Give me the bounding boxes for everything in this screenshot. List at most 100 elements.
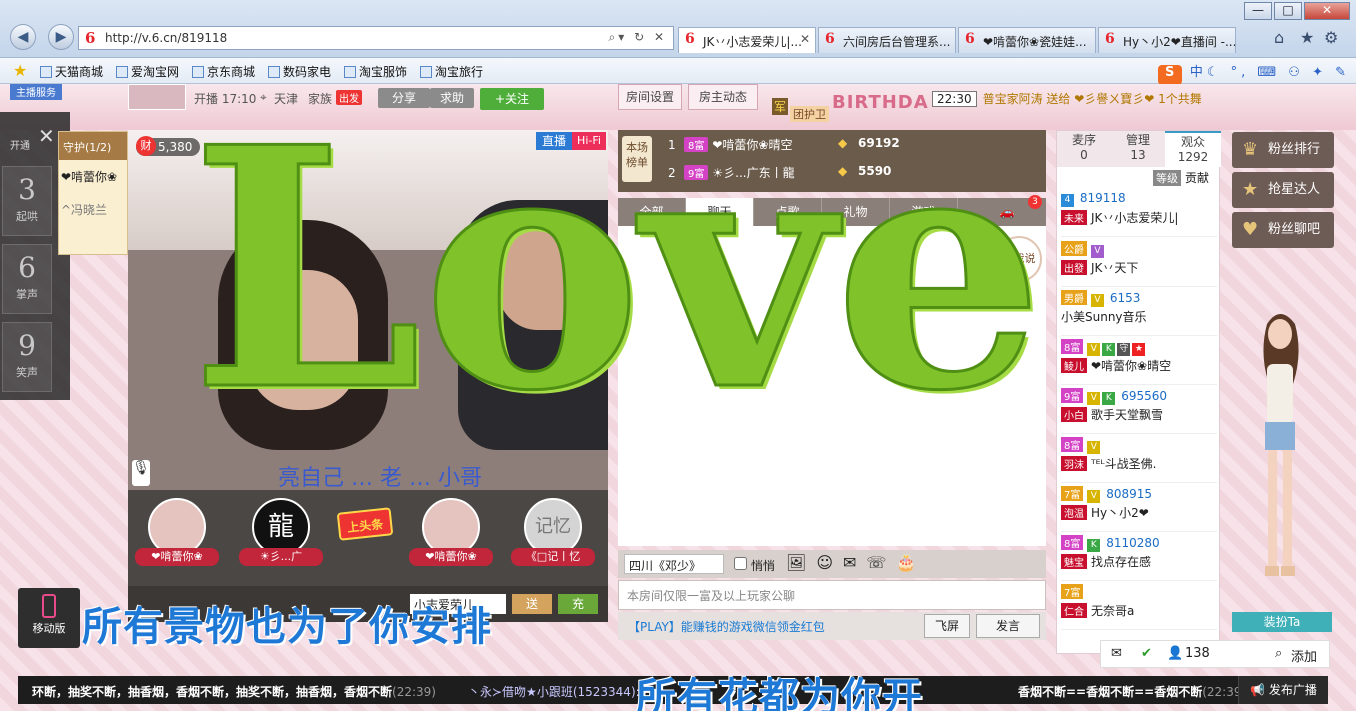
tab-audience[interactable]: 观众 1292	[1165, 131, 1221, 167]
guard-row[interactable]: ^冯晓兰	[59, 193, 127, 226]
chat-messages[interactable]: 对我说	[618, 226, 1046, 546]
tab-songs[interactable]: 点歌	[754, 198, 822, 226]
address-bar[interactable]: 6 http://v.6.cn/819118 ⌕▾ ↻ ✕	[78, 26, 674, 50]
mobile-version-button[interactable]: 移动版	[18, 588, 80, 648]
list-item[interactable]: 7富 仁合 无奈哥a	[1061, 582, 1217, 630]
contrib-header[interactable]: 贡献	[1185, 171, 1209, 185]
ad-link[interactable]: 【PLAY】能赚钱的游戏微信领金红包	[628, 618, 825, 635]
page-icon	[420, 66, 432, 78]
tab-3[interactable]: 6 ❤啃蕾你❀瓷娃娃...	[958, 27, 1096, 53]
page-icon	[116, 66, 128, 78]
dress-up-button[interactable]: 装扮Ta	[1232, 612, 1332, 632]
fan-chat-button[interactable]: ♥ 粉丝聊吧	[1232, 212, 1334, 248]
fav-item-3[interactable]: 数码家电	[268, 63, 331, 80]
tab-gifts[interactable]: 礼物	[822, 198, 890, 226]
maximize-button[interactable]: □	[1274, 2, 1302, 20]
level-header[interactable]: 等级	[1152, 170, 1181, 186]
rank-row[interactable]: 1 8富 ❤啃蕾你❀晴空 ◆ 69192	[668, 136, 1038, 158]
reaction-cheer[interactable]: 3 起哄	[2, 166, 52, 236]
user-badge: 魅宝	[1061, 554, 1087, 569]
rank-row[interactable]: 2 9富 ☀彡...广东丨龍 ◆ 5590	[668, 164, 1038, 186]
chat-input[interactable]: 本房间仅限一富及以上玩家公聊	[618, 580, 1046, 610]
hifi-badge[interactable]: Hi-Fi	[572, 132, 606, 150]
family-badge[interactable]: 出发	[336, 90, 362, 105]
ime-toolbar[interactable]: S 中☾ °, ⌨ ⚇ ✦ ✎	[1157, 61, 1350, 85]
send-message-button[interactable]: 发言	[976, 614, 1040, 638]
avatar-girl-figure[interactable]	[1245, 304, 1315, 604]
favorites-icon[interactable]: ★	[13, 61, 27, 80]
room-settings-button[interactable]: 房间设置	[618, 84, 682, 110]
fan-ranking-button[interactable]: ♛ 粉丝排行	[1232, 132, 1334, 168]
search-icon[interactable]: ⌕	[1275, 646, 1282, 661]
url-text[interactable]: http://v.6.cn/819118	[105, 31, 227, 45]
help-button[interactable]: 求助	[430, 88, 474, 108]
list-item[interactable]: 8富 K 8110280 魅宝 找点存在感	[1061, 533, 1217, 581]
whisper-check[interactable]	[734, 557, 747, 570]
tab-4[interactable]: 6 Hy丶小2❤直播间 -...	[1098, 27, 1236, 53]
add-button[interactable]: 添加	[1291, 646, 1317, 665]
guard-row[interactable]: ❤啃蕾你❀	[59, 160, 127, 193]
ticker-sender: 丶永≻借吻★小跟班(1523344):	[468, 685, 640, 699]
tab-games[interactable]: 游戏	[890, 198, 958, 226]
list-item[interactable]: 8富 V K 守 ★ 鲮儿 ❤啃蕾你❀晴空	[1061, 337, 1217, 385]
back-button[interactable]: ◀	[10, 24, 36, 50]
open-label[interactable]: 开通	[10, 137, 50, 155]
list-item[interactable]: 4 819118 未来 JK丷小志爱荣儿|	[1061, 189, 1217, 237]
sogou-ime-icon[interactable]: S	[1157, 65, 1182, 85]
list-item[interactable]: 9富 V K 695560 小白 歌手天堂飘雪	[1061, 386, 1217, 434]
tab-2[interactable]: 6 六间房后台管理系...	[818, 27, 956, 53]
host-card[interactable]: ❤啃蕾你❀	[132, 498, 222, 566]
close-tab-icon[interactable]: ✕	[800, 32, 810, 46]
whisper-checkbox[interactable]: 悄悄	[734, 557, 775, 574]
send-gift-button[interactable]: 送	[512, 594, 552, 614]
tab-mic-queue[interactable]: 麦序 0	[1057, 131, 1111, 167]
fav-item-5[interactable]: 淘宝旅行	[420, 63, 483, 80]
host-card[interactable]: 记忆 《□记丨忆	[508, 498, 598, 566]
fav-item-0[interactable]: 天猫商城	[40, 63, 103, 80]
chat-recipient-select[interactable]: 四川《邓少》	[624, 554, 724, 574]
host-news-button[interactable]: 房主动态	[688, 84, 758, 110]
recharge-button[interactable]: 充	[558, 594, 598, 614]
tab-car[interactable]: 🚗 3	[968, 195, 1046, 226]
follow-button[interactable]: +关注	[480, 88, 544, 110]
host-avatar[interactable]	[128, 84, 186, 110]
mail-icon[interactable]: ✉	[1111, 646, 1122, 661]
chat-tool-icons[interactable]: 🖼☺✉☏🎂	[786, 553, 926, 572]
check-icon[interactable]: ✔	[1141, 646, 1152, 661]
host-card[interactable]: 龍 ☀彡...广	[236, 498, 326, 566]
reaction-applause[interactable]: 6 掌声	[2, 244, 52, 314]
headline-button[interactable]: 上头条	[336, 507, 394, 541]
talk-to-me-button[interactable]: 对我说	[996, 236, 1042, 282]
user-name: 无奈哥a	[1091, 604, 1135, 618]
forward-button[interactable]: ▶	[48, 24, 74, 50]
star-grab-button[interactable]: ★ 抢星达人	[1232, 172, 1334, 208]
home-icon[interactable]: ⌂	[1274, 28, 1284, 47]
rank-number: 2	[668, 166, 676, 180]
list-item[interactable]: 7富 V 808915 泡温 Hy丶小2❤	[1061, 484, 1217, 532]
tab-1[interactable]: 6 JK丷小志爱荣儿|... ✕	[678, 27, 816, 53]
broadcast-button[interactable]: 📢 发布广播	[1238, 676, 1328, 704]
ime-mode[interactable]: 中	[1190, 65, 1207, 80]
settings-gear-icon[interactable]: ⚙	[1324, 28, 1338, 47]
address-tools-icon[interactable]: ⌕▾ ↻ ✕	[609, 30, 667, 45]
tab-chat[interactable]: 聊天	[686, 198, 754, 226]
list-item[interactable]: 公爵 V 出發 JK丷天下	[1061, 239, 1217, 287]
share-button[interactable]: 分享	[378, 88, 430, 108]
list-item[interactable]: 8富 V 羽沫 ᵀᴱᴸ斗战圣佛.	[1061, 435, 1217, 483]
guard-group-label[interactable]: 团护卫	[790, 106, 829, 122]
fav-item-4[interactable]: 淘宝服饰	[344, 63, 407, 80]
live-video[interactable]: 财 5,380 直播 Hi-Fi 亮自己 … 老 … 小哥 🎙	[128, 130, 608, 490]
close-window-button[interactable]: ✕	[1304, 2, 1350, 20]
microphone-icon[interactable]: 🎙	[132, 460, 150, 486]
fly-screen-button[interactable]: 飞屏	[924, 614, 970, 638]
tab-admins[interactable]: 管理 13	[1111, 131, 1165, 167]
host-card[interactable]: ❤啃蕾你❀	[406, 498, 496, 566]
fav-item-1[interactable]: 爱淘宝网	[116, 63, 179, 80]
favorites-star-icon[interactable]: ★	[1300, 28, 1314, 47]
tab-all[interactable]: 全部	[618, 198, 686, 226]
host-service-link[interactable]: 主播服务	[10, 84, 62, 100]
reaction-laugh[interactable]: 9 笑声	[2, 322, 52, 392]
fav-item-2[interactable]: 京东商城	[192, 63, 255, 80]
minimize-button[interactable]: —	[1244, 2, 1272, 20]
list-item[interactable]: 男爵 V 6153 小美Sunny音乐	[1061, 288, 1217, 336]
